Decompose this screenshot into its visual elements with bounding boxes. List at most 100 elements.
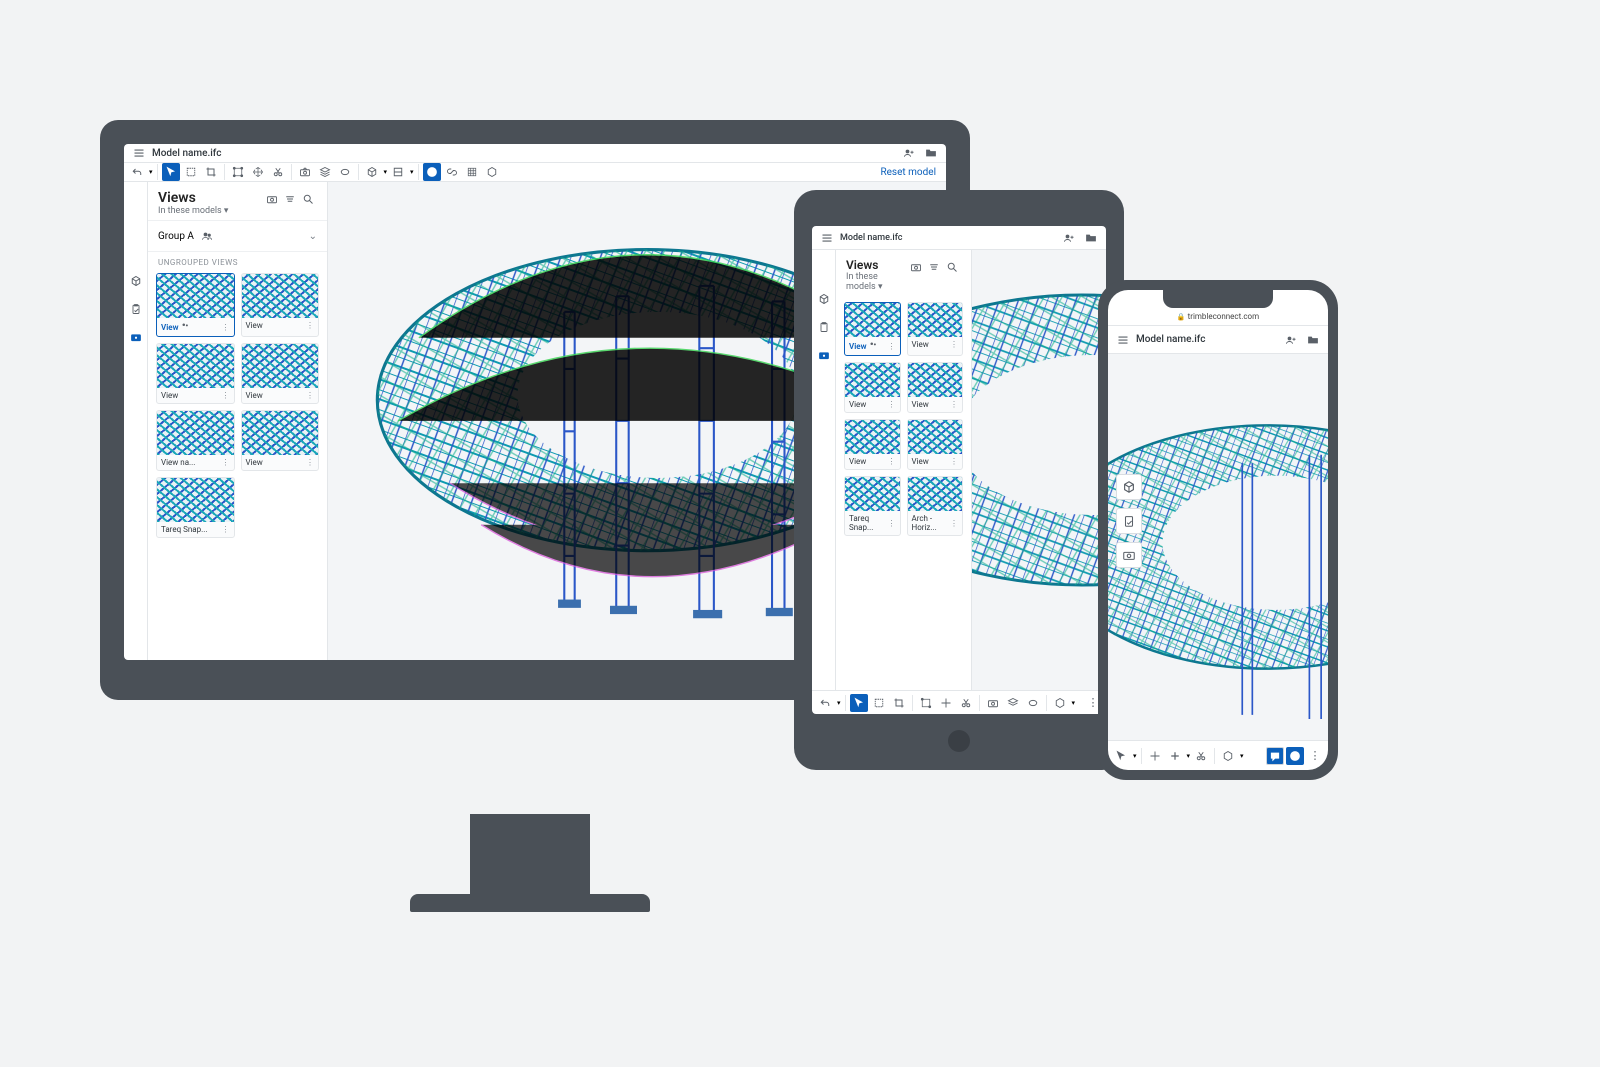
view-thumbnail[interactable]: View ⋮: [907, 362, 964, 413]
grid-icon[interactable]: [463, 163, 481, 181]
thumbnail-label: View: [246, 458, 263, 467]
view-thumbnail[interactable]: View ⋮: [241, 343, 320, 404]
cube-icon[interactable]: [1219, 747, 1237, 765]
view-thumbnail[interactable]: View⋮: [844, 362, 901, 413]
folder-icon[interactable]: [922, 144, 940, 162]
group-row[interactable]: Group A ⌄: [148, 220, 327, 252]
thumbnail-more-icon[interactable]: ⋮: [950, 457, 958, 466]
panel-subtitle[interactable]: In these models ▾: [158, 206, 263, 216]
thumbnail-more-icon[interactable]: ⋮: [950, 340, 958, 349]
rail-clipboard-icon[interactable]: [127, 300, 145, 318]
reset-model-button[interactable]: Reset model: [874, 167, 942, 178]
panel-camera-icon[interactable]: [907, 258, 925, 276]
rail-camera-icon[interactable]: [1116, 542, 1142, 568]
help-icon[interactable]: ?: [1286, 747, 1304, 765]
box-icon[interactable]: [483, 163, 501, 181]
rail-camera-icon[interactable]: [815, 346, 833, 364]
select-icon[interactable]: [1112, 747, 1130, 765]
rail-cube-icon[interactable]: [1116, 474, 1142, 500]
transform-icon[interactable]: [229, 163, 247, 181]
pan-icon[interactable]: [1146, 747, 1164, 765]
thumbnail-more-icon[interactable]: ⋮: [888, 400, 896, 409]
thumbnail-label: View: [912, 457, 929, 466]
view-thumbnail[interactable]: View ⋮: [241, 410, 320, 471]
thumbnail-more-icon[interactable]: ⋮: [950, 519, 958, 528]
view-thumbnail[interactable]: Tareq Snap...⋮: [844, 476, 901, 536]
cut-icon[interactable]: [957, 694, 975, 712]
help-icon[interactable]: ?: [423, 163, 441, 181]
people-add-icon[interactable]: [1060, 229, 1078, 247]
model-viewport[interactable]: [972, 250, 1106, 690]
thumbnail-more-icon[interactable]: ⋮: [950, 400, 958, 409]
rail-clipboard-icon[interactable]: [1116, 508, 1142, 534]
layers-icon[interactable]: [1004, 694, 1022, 712]
thumbnail-more-icon[interactable]: ⋮: [888, 519, 896, 528]
toolbar: ▾ ▾ ⋮: [812, 690, 1106, 714]
thumbnail-label: View: [161, 323, 178, 332]
layers-icon[interactable]: [316, 163, 334, 181]
camera-icon[interactable]: [296, 163, 314, 181]
rail-camera-icon[interactable]: [127, 328, 145, 346]
view-thumbnail[interactable]: View na...⋮: [156, 410, 235, 471]
view-thumbnail[interactable]: View⋮: [241, 273, 320, 337]
message-icon[interactable]: [1266, 747, 1284, 765]
thumbnail-more-icon[interactable]: ⋮: [222, 323, 230, 332]
crop-icon[interactable]: [890, 694, 908, 712]
thumbnail-label: View: [246, 391, 263, 400]
view-thumbnail[interactable]: View⋮: [907, 302, 964, 356]
select-icon[interactable]: [162, 163, 180, 181]
cube-icon[interactable]: [363, 163, 381, 181]
crop-icon[interactable]: [202, 163, 220, 181]
menu-icon[interactable]: [1114, 331, 1132, 349]
camera-icon[interactable]: [984, 694, 1002, 712]
link-icon[interactable]: [443, 163, 461, 181]
view-thumbnail[interactable]: View⋮: [844, 302, 901, 356]
thumbnail-more-icon[interactable]: ⋮: [888, 457, 896, 466]
view-thumbnail[interactable]: View⋮: [844, 419, 901, 470]
view-thumbnail[interactable]: Arch - Horiz...⋮: [907, 476, 964, 536]
pan-icon[interactable]: [249, 163, 267, 181]
cut-icon[interactable]: [1192, 747, 1210, 765]
search-icon[interactable]: [299, 190, 317, 208]
sort-icon[interactable]: [281, 190, 299, 208]
panel-camera-icon[interactable]: [263, 190, 281, 208]
cut-icon[interactable]: [269, 163, 287, 181]
transform-icon[interactable]: [917, 694, 935, 712]
thumbnail-more-icon[interactable]: ⋮: [306, 321, 314, 330]
menu-icon[interactable]: [130, 144, 148, 162]
marquee-icon[interactable]: [182, 163, 200, 181]
marquee-icon[interactable]: [870, 694, 888, 712]
ellipse-icon[interactable]: [336, 163, 354, 181]
view-thumbnail[interactable]: View ⋮: [907, 419, 964, 470]
thumbnail-more-icon[interactable]: ⋮: [306, 391, 314, 400]
plus-icon[interactable]: [1166, 747, 1184, 765]
thumbnail-more-icon[interactable]: ⋮: [888, 342, 896, 351]
view-thumbnail[interactable]: View⋮: [156, 343, 235, 404]
folder-icon[interactable]: [1304, 331, 1322, 349]
view-thumbnail[interactable]: Tareq Snap...⋮: [156, 477, 235, 538]
select-icon[interactable]: [850, 694, 868, 712]
clip-icon[interactable]: [389, 163, 407, 181]
undo-icon[interactable]: [816, 694, 834, 712]
thumbnail-label: View: [912, 400, 929, 409]
search-icon[interactable]: [943, 258, 961, 276]
sort-icon[interactable]: [925, 258, 943, 276]
folder-icon[interactable]: [1082, 229, 1100, 247]
thumbnail-more-icon[interactable]: ⋮: [306, 458, 314, 467]
thumbnail-more-icon[interactable]: ⋮: [222, 458, 230, 467]
view-thumbnail[interactable]: View ⋮: [156, 273, 235, 337]
undo-icon[interactable]: [128, 163, 146, 181]
panel-subtitle[interactable]: In these models ▾: [846, 272, 907, 292]
cube-icon[interactable]: [1051, 694, 1069, 712]
thumbnail-more-icon[interactable]: ⋮: [222, 525, 230, 534]
thumbnail-more-icon[interactable]: ⋮: [222, 391, 230, 400]
rail-clipboard-icon[interactable]: [815, 318, 833, 336]
more-icon[interactable]: ⋮: [1306, 747, 1324, 765]
rail-cube-icon[interactable]: [127, 272, 145, 290]
pan-icon[interactable]: [937, 694, 955, 712]
menu-icon[interactable]: [818, 229, 836, 247]
people-add-icon[interactable]: [900, 144, 918, 162]
people-add-icon[interactable]: [1282, 331, 1300, 349]
ellipse-icon[interactable]: [1024, 694, 1042, 712]
rail-cube-icon[interactable]: [815, 290, 833, 308]
